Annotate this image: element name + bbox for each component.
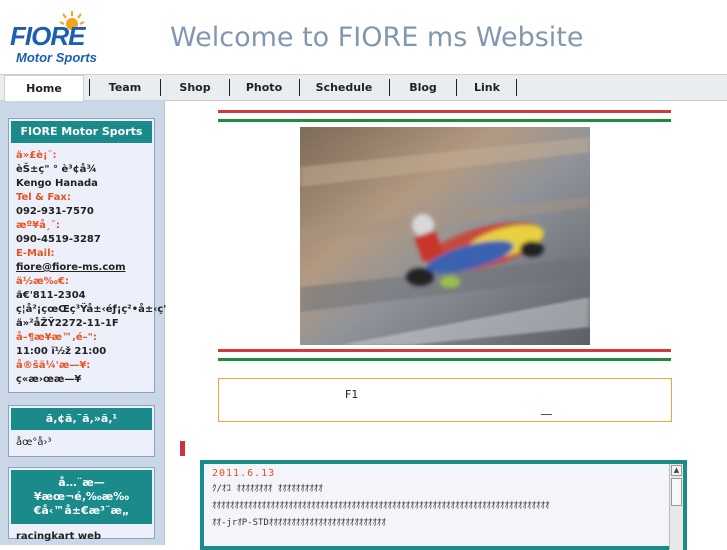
contact-value: 090-4519-3287 [16,234,101,245]
contact-value: ç«æ›œæ—¥ [16,374,82,385]
top-stripe-green [218,119,671,122]
nav-separator [389,79,390,96]
logo-bottom-text: Motor Sports [16,50,97,65]
sidebar: FIORE Motor Sports ä»£è¡¨: èŠ±ç" ° è³¢å¾ K… [0,101,175,545]
main-content: F1 ＿ 2011.6.13 ｸ/ｵｺ ｵｵｵｵｵｵｵｵ ｵｵｵｵｵｵｵｵｵｵ … [166,101,727,550]
contact-label: E-Mail: [16,248,55,259]
nav-shop[interactable]: Shop [162,75,228,100]
top-stripe-red [218,110,671,113]
access-map-link[interactable]: åœ°å›³ [9,432,154,454]
blog-line: ｵｵｵｵｵｵｵｵｵｵｵｵｵｵｵｵｵｵｵｵｵｵｵｵｵｵｵｵｵｵｵｵｵｵｵｵｵｵｵｵ… [212,501,550,511]
contact-label: ä»£è¡¨: [16,150,57,161]
sidebar-box-title: ã‚¢ã‚¯ã‚»ã‚¹ [11,408,152,430]
sidebar-box-links: å…¨æ—¥æœ¬é‚‰æ‰€å‹™å±€æ³¨æ„ racingkart we… [8,467,155,542]
main-nav: Home Team Shop Photo Schedule Blog Link [0,74,727,101]
blog-date: 2011.6.13 [212,468,276,479]
blog-line: ｸ/ｵｺ ｵｵｵｵｵｵｵｵ ｵｵｵｵｵｵｵｵｵｵ [212,484,323,494]
scroll-up-arrow-icon[interactable]: ▲ [671,465,682,476]
kart-racing-photo [300,127,590,345]
section-marker [180,441,185,456]
contact-value: èŠ±ç" ° è³¢å¾ [16,164,97,175]
sidebar-box-contact: FIORE Motor Sports ä»£è¡¨: èŠ±ç" ° è³¢å¾ K… [8,118,175,393]
nav-photo[interactable]: Photo [231,75,297,100]
notice-text: F1 [345,388,359,401]
page-title: Welcome to FIORE ms Website [170,22,584,53]
nav-separator [456,79,457,96]
nav-separator [299,79,300,96]
blog-feed: 2011.6.13 ｸ/ｵｺ ｵｵｵｵｵｵｵｵ ｵｵｵｵｵｵｵｵｵｵ ｵｵｵｵｵ… [200,460,687,550]
nav-schedule[interactable]: Schedule [301,75,387,100]
nav-separator [516,79,517,96]
email-link[interactable]: fiore@fiore-ms.com [16,261,147,275]
bottom-stripe-green [218,358,671,361]
nav-separator [160,79,161,96]
contact-value: 11:00 ï½ž 21:00 [16,346,107,357]
contact-label: æº¥å¸¯: [16,220,60,231]
blog-line: ｵｵ-jrｵP-STDｵｵｵｵｵｵｵｵｵｵｵｵｵｵｵｵｵｵｵｵｵｵｵｵｵｵ [212,518,386,528]
sidebar-box-title: å…¨æ—¥æœ¬é‚‰æ‰€å‹™å±€æ³¨æ„ [11,470,152,524]
logo-top-text: FIORE [10,21,86,51]
header: FIORE Motor Sports Welcome to FIORE ms W… [0,0,727,72]
scroll-thumb[interactable] [671,478,682,506]
blog-entry: 2011.6.13 ｸ/ｵｺ ｵｵｵｵｵｵｵｵ ｵｵｵｵｵｵｵｵｵｵ ｵｵｵｵｵ… [212,468,662,532]
notice-link[interactable]: ＿ [541,401,552,417]
sidebar-box-access: ã‚¢ã‚¯ã‚»ã‚¹ åœ°å›³ [8,405,155,457]
sidebar-box-title: FIORE Motor Sports [11,121,152,143]
contact-label: å®šä¼'æ—¥: [16,360,91,371]
nav-blog[interactable]: Blog [391,75,455,100]
nav-separator [89,79,90,96]
site-logo[interactable]: FIORE Motor Sports [8,8,128,66]
contact-value: 092-931-7570 [16,206,94,217]
bottom-stripe-red [218,349,671,352]
blog-scrollbar[interactable]: ▲ [669,464,683,550]
contact-value: ä»²åŽŸ2272-11-1F [16,318,119,329]
nav-home[interactable]: Home [4,75,84,101]
contact-info: ä»£è¡¨: èŠ±ç" ° è³¢å¾ Kengo Hanada Tel & Fa… [9,145,175,391]
contact-label: ä½æ‰€: [16,276,69,287]
contact-value: ã€'811-2304 [16,290,86,301]
nav-link[interactable]: Link [458,75,516,100]
nav-team[interactable]: Team [92,75,158,100]
nav-separator [229,79,230,96]
notice-box: F1 ＿ [218,378,672,422]
contact-label: å–¶æ¥­æ™‚é–": [16,332,97,343]
contact-value: Kengo Hanada [16,178,98,189]
contact-label: Tel & Fax: [16,192,71,203]
contact-value: ç¦å²¡çœŒç³Ÿå±‹éƒ¡ç²•å±‹ç"º [16,304,175,315]
